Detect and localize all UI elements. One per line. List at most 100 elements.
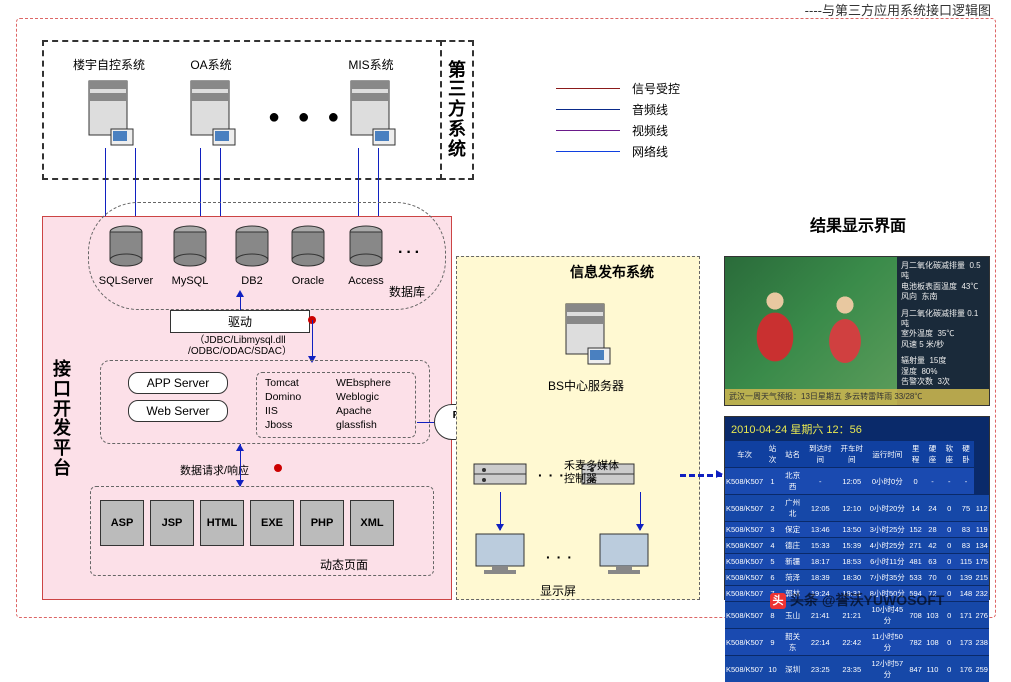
toutiao-icon: 头 [770, 593, 786, 609]
db-access: Access [336, 224, 396, 287]
driver-detail: （JDBC/Libmysql.dll/ODBC/ODAC/SDAC） [170, 335, 310, 357]
monitor-icon [470, 530, 530, 583]
platform-vertical-label: 接口开发平台 [52, 360, 72, 479]
table-row: K508/K5074德庄15:3315:394小时25分27142083134 [725, 538, 989, 554]
monitor-icon [594, 530, 654, 583]
result-datetime: 2010-04-24 星期六 12：56 [725, 417, 989, 441]
server-label: MIS系统 [334, 56, 408, 73]
table-header: 硬座 [924, 441, 941, 468]
table-row: K508/K5079韶关东22:1422:4211小时50分7821080173… [725, 629, 989, 656]
table-header: 到达时间 [805, 441, 836, 468]
server-icon [183, 73, 239, 151]
ellipsis-icon: ··· [398, 244, 423, 262]
table-row: K508/K5076菏泽18:3918:307小时35分533700139215 [725, 570, 989, 586]
train-timetable: 车次站次站名到达时间开车时间运行时间里程硬座软座硬卧 K508/K5071北京西… [725, 441, 989, 682]
server-building-auto: 楼宇自控系统 [72, 52, 146, 154]
result-title: 结果显示界面 [810, 212, 906, 236]
table-header: 站名 [781, 441, 805, 468]
tech-php: PHP [300, 500, 344, 546]
legend: 信号受控 音频线 视频线 网络线 [556, 80, 680, 164]
table-header: 车次 [725, 441, 764, 468]
server-software-list: TomcatWEbsphere DominoWeblogic IISApache… [256, 372, 416, 438]
legend-label: 网络线 [632, 143, 668, 160]
arrow-icon [716, 470, 723, 478]
server-icon [343, 73, 399, 151]
driver-label: 驱动 [170, 310, 310, 333]
server-oa: OA系统 [174, 52, 248, 154]
legend-line-icon [556, 88, 620, 89]
database-icon [232, 224, 272, 268]
tech-xml: XML [350, 500, 394, 546]
legend-line-icon [556, 130, 620, 131]
connector-line [417, 422, 434, 423]
db-label: Access [336, 275, 396, 287]
info-publish-title: 信息发布系统 [570, 262, 654, 282]
database-icon [170, 224, 210, 268]
table-row: K508/K5075新疆18:1718:536小时11分481630115175 [725, 554, 989, 570]
table-header: 运行时间 [867, 441, 907, 468]
node-dot [274, 464, 282, 472]
legend-label: 视频线 [632, 122, 668, 139]
photo-placeholder [725, 257, 899, 391]
tech-asp: ASP [100, 500, 144, 546]
dynamic-pages-label: 动态页面 [320, 556, 368, 573]
legend-line-icon [556, 151, 620, 152]
result-screenshot-top: 月二氧化碳减排量 0.5吨 电池板表面温度 43℃ 风向 东南 月二氧化碳减排量… [724, 256, 990, 406]
request-response-label: 数据请求/响应 [180, 462, 249, 478]
db-label: Oracle [278, 275, 338, 287]
table-header: 软座 [941, 441, 958, 468]
legend-row: 音频线 [556, 101, 680, 118]
connector-line [240, 296, 241, 310]
tech-row: ASP JSP HTML EXE PHP XML [100, 500, 394, 546]
server-icon [81, 73, 137, 151]
server-tags: APP Server Web Server [128, 372, 228, 428]
legend-row: 信号受控 [556, 80, 680, 97]
monitor-label: 显示屏 [540, 582, 576, 599]
table-row: K508/K5073保定13:4613:503小时25分15228083119 [725, 522, 989, 538]
controller-label: 禾麦多媒体控制器 [564, 460, 619, 486]
result-screenshot-bottom: 2010-04-24 星期六 12：56 车次站次站名到达时间开车时间运行时间里… [724, 416, 990, 600]
watermark: 头头条 @誉沃YUWOSOFT [770, 590, 944, 610]
table-row: K508/K50710深圳23:2523:3512小时57分8471100176… [725, 656, 989, 682]
monitor-row: ··· [470, 530, 654, 583]
legend-row: 视频线 [556, 122, 680, 139]
table-header: 站次 [764, 441, 781, 468]
tech-exe: EXE [250, 500, 294, 546]
table-row: K508/K5072广州北12:0512:100小时20分1424075112 [725, 495, 989, 522]
ellipsis-icon: ● ● ● [268, 106, 345, 129]
webserver-tag: Web Server [128, 400, 228, 422]
bs-server-label: BS中心服务器 [548, 377, 624, 394]
arrow-icon [236, 290, 244, 297]
legend-label: 音频线 [632, 101, 668, 118]
db-oracle: Oracle [278, 224, 338, 287]
result-overlay-panel: 月二氧化碳减排量 0.5吨 电池板表面温度 43℃ 风向 东南 月二氧化碳减排量… [897, 257, 989, 405]
arrow-icon [236, 444, 244, 451]
legend-row: 网络线 [556, 143, 680, 160]
legend-label: 信号受控 [632, 80, 680, 97]
connector-line [312, 320, 313, 360]
db-db2: DB2 [222, 224, 282, 287]
diagram-title: ----与第三方应用系统接口逻辑图 [805, 0, 991, 19]
appserver-tag: APP Server [128, 372, 228, 394]
thirdparty-vertical-label: 第三方系统 [440, 40, 474, 180]
table-row: K508/K5071北京西-12:050小时0分0--- [725, 468, 989, 495]
table-header: 里程 [907, 441, 924, 468]
db-label: MySQL [160, 275, 220, 287]
db-label: DB2 [222, 275, 282, 287]
result-ticker: 武汉一周天气预报：13日星期五 多云转雷阵雨 33/28℃ [725, 389, 989, 405]
table-header: 硬卧 [958, 441, 975, 468]
database-icon [346, 224, 386, 268]
db-mysql: MySQL [160, 224, 220, 287]
server-mis: MIS系统 [334, 52, 408, 154]
ellipsis-icon: ··· [546, 549, 578, 565]
table-header: 开车时间 [836, 441, 867, 468]
db-sqlserver: SQLServer [96, 224, 156, 287]
database-icon [106, 224, 146, 268]
controller-icon [470, 454, 530, 495]
server-label: OA系统 [174, 56, 248, 73]
database-icon [288, 224, 328, 268]
server-icon [558, 300, 614, 372]
tech-html: HTML [200, 500, 244, 546]
db-label: SQLServer [96, 275, 156, 287]
driver-block: 驱动 （JDBC/Libmysql.dll/ODBC/ODAC/SDAC） [170, 310, 310, 357]
